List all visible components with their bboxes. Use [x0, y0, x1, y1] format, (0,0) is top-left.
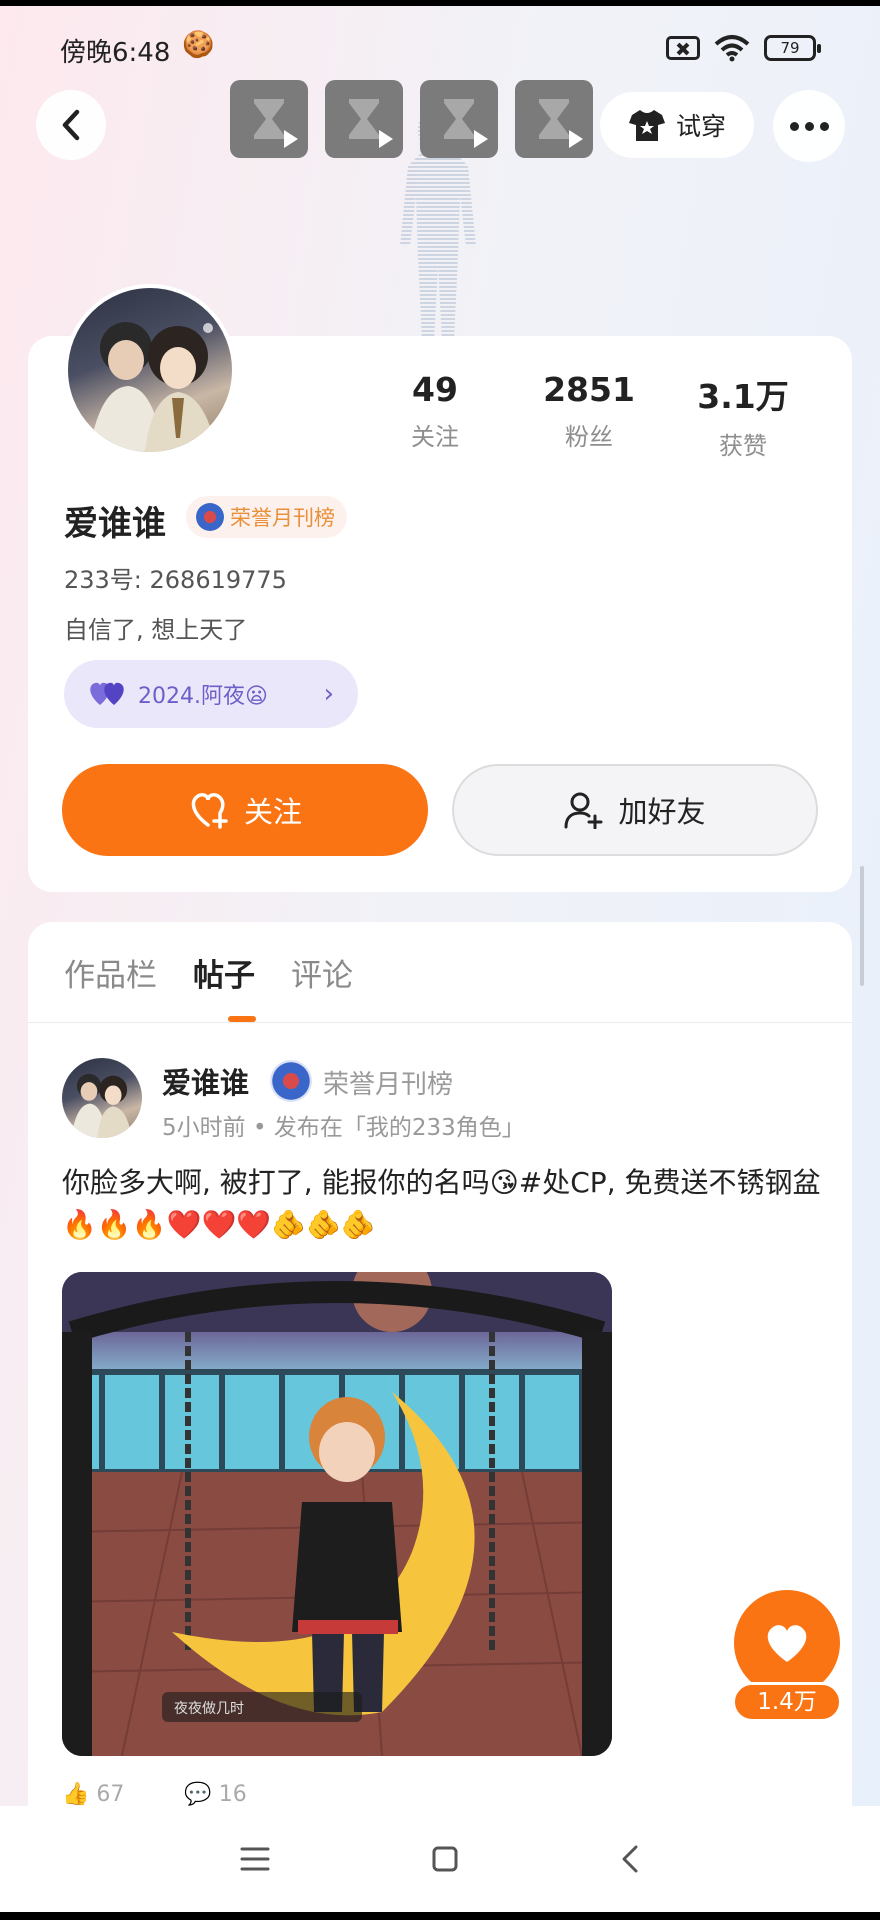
post-image-scene: 夜夜做几时 — [62, 1272, 612, 1756]
user-bio: 自信了, 想上天了 — [64, 616, 248, 644]
add-user-icon — [564, 792, 603, 829]
medal-icon — [196, 503, 224, 531]
hourglass-icon — [349, 99, 379, 139]
play-icon — [379, 130, 393, 148]
tab-works[interactable]: 作品栏 — [64, 950, 157, 995]
post-comment-count-value: 16 — [218, 1782, 247, 1807]
stat-value: 49 — [412, 370, 458, 409]
back-button[interactable] — [36, 90, 106, 160]
like-fab-button[interactable] — [734, 1590, 840, 1696]
post-author-name[interactable]: 爱谁谁 — [162, 1060, 249, 1102]
post-meta: 5小时前 • 发布在「我的233角色」 — [162, 1115, 525, 1141]
add-friend-label: 加好友 — [618, 795, 706, 829]
honor-badge[interactable]: 荣誉月刊榜 — [186, 496, 347, 538]
stat-label: 粉丝 — [565, 423, 613, 451]
system-nav-bar — [0, 1806, 880, 1912]
dot-icon — [789, 121, 799, 131]
follow-label: 关注 — [243, 795, 302, 829]
tab-posts[interactable]: 帖子 — [193, 950, 255, 995]
dot-icon — [819, 121, 829, 131]
like-fab-count: 1.4万 — [732, 1682, 842, 1722]
double-heart-icon — [90, 682, 124, 705]
stat-value: 2851 — [543, 370, 635, 409]
cp-tag-label: 2024.阿夜😦 — [138, 684, 268, 709]
try-on-label: 试穿 — [675, 112, 726, 141]
chevron-left-icon — [62, 109, 80, 141]
stat-followers[interactable]: 2851 粉丝 — [514, 370, 664, 452]
stat-following[interactable]: 49 关注 — [360, 370, 510, 452]
menu-icon[interactable] — [240, 1846, 270, 1872]
tshirt-star-icon — [628, 110, 665, 141]
add-friend-button[interactable]: 加好友 — [452, 764, 818, 856]
scrollbar[interactable] — [860, 866, 864, 986]
tab-comments[interactable]: 评论 — [291, 950, 353, 995]
battery-indicator: 79 — [764, 35, 821, 61]
tabs-divider — [28, 1022, 852, 1023]
notification-emoji-icon: 🍪 — [182, 30, 215, 60]
video-thumbnail[interactable] — [325, 80, 403, 158]
screen: 傍晚6:48 🍪 79 试穿 49 关注 2851 粉丝 3.1万 获赞 爱谁谁… — [0, 6, 880, 1912]
avatar-photo — [71, 1073, 132, 1138]
post-text[interactable]: 你脸多大啊, 被打了, 能报你的名吗😘#处CP, 免费送不锈钢盆🔥🔥🔥❤️❤️❤… — [62, 1162, 852, 1246]
medal-icon — [270, 1060, 312, 1102]
hourglass-icon — [539, 99, 569, 139]
content-tabs: 作品栏 帖子 评论 — [64, 950, 353, 995]
post-author-honor: 荣誉月刊榜 — [323, 1070, 454, 1100]
stat-value: 3.1万 — [697, 377, 789, 416]
post-author-avatar[interactable] — [62, 1058, 142, 1138]
profile-card: 49 关注 2851 粉丝 3.1万 获赞 爱谁谁 荣誉月刊榜 233号: 26… — [28, 284, 852, 892]
video-thumbnail[interactable] — [420, 80, 498, 158]
post-like-count[interactable]: 👍 67 — [62, 1782, 124, 1807]
honor-badge-label: 荣誉月刊榜 — [230, 506, 335, 530]
heart-plus-icon — [191, 793, 228, 829]
content-card: 作品栏 帖子 评论 爱谁谁 荣誉月刊榜 5小时前 • 发布在「我的233角色」 … — [28, 922, 852, 1912]
status-icons: 79 — [666, 34, 821, 62]
image-caption: 夜夜做几时 — [174, 1701, 244, 1717]
stat-label: 关注 — [411, 423, 459, 451]
no-sim-icon — [666, 36, 700, 60]
home-icon[interactable] — [431, 1845, 459, 1873]
dot-icon — [804, 121, 814, 131]
profile-avatar[interactable] — [64, 284, 236, 456]
chevron-right-icon: › — [323, 679, 334, 709]
status-bar: 傍晚6:48 🍪 79 — [0, 6, 880, 86]
heart-icon — [767, 1625, 807, 1662]
status-time: 傍晚6:48 — [60, 38, 171, 68]
user-id: 233号: 268619775 — [64, 566, 287, 594]
video-thumbnail[interactable] — [230, 80, 308, 158]
play-icon — [474, 130, 488, 148]
try-on-button[interactable]: 试穿 — [600, 92, 754, 158]
cp-tag-pill[interactable]: 2024.阿夜😦 › — [64, 660, 358, 728]
play-icon — [284, 130, 298, 148]
post-actions: 👍 67 💬 16 — [62, 1782, 247, 1807]
wifi-icon — [714, 35, 750, 62]
stat-label: 获赞 — [719, 432, 767, 460]
avatar-photo — [89, 322, 217, 452]
more-options-button[interactable] — [773, 90, 845, 162]
hourglass-icon — [254, 99, 284, 139]
video-thumbnail[interactable] — [515, 80, 593, 158]
hourglass-icon — [444, 99, 474, 139]
post-like-count-value: 67 — [96, 1782, 125, 1807]
video-thumbnails — [230, 80, 593, 158]
follow-button[interactable]: 关注 — [62, 764, 428, 856]
stat-likes[interactable]: 3.1万 获赞 — [668, 370, 818, 461]
post-image[interactable]: 夜夜做几时 — [62, 1272, 612, 1756]
username: 爱谁谁 — [64, 504, 166, 544]
play-icon — [569, 130, 583, 148]
back-nav-icon[interactable] — [620, 1844, 640, 1874]
post-comment-count[interactable]: 💬 16 — [184, 1782, 246, 1807]
